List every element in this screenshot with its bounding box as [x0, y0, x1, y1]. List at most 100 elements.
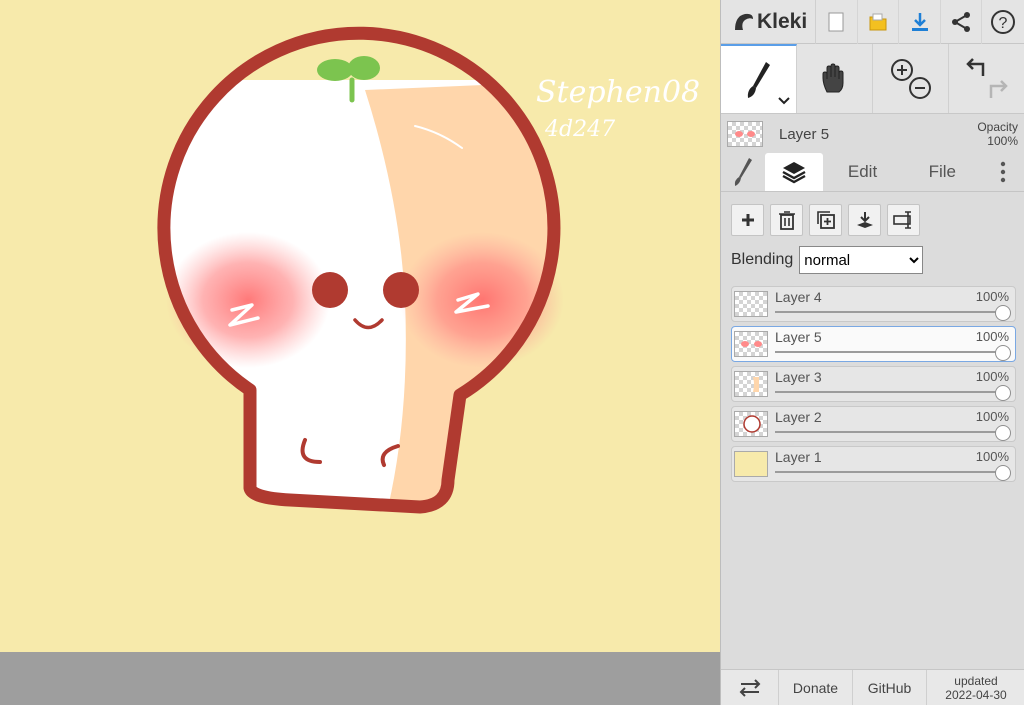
swap-side-button[interactable] [721, 670, 779, 705]
layer-item-2[interactable]: Layer 2 100% [731, 406, 1016, 442]
download-button[interactable] [899, 0, 941, 44]
merge-layer-button[interactable] [848, 204, 881, 236]
layers-icon [782, 162, 806, 184]
layer-opacity-handle[interactable] [995, 465, 1011, 481]
signature-line-1: Stephen08 [536, 75, 700, 110]
footer: Donate GitHub updated 2022-04-30 [721, 669, 1024, 705]
layer-opacity: 100% [975, 369, 1009, 384]
chevron-down-icon[interactable] [778, 97, 790, 105]
layer-name: Layer 5 [775, 329, 822, 345]
rename-layer-button[interactable] [887, 204, 920, 236]
canvas-area[interactable]: Stephen08 4d247 [0, 0, 720, 705]
panel-tabs: Edit File [721, 153, 1024, 192]
save-icon [869, 13, 887, 30]
brush-icon [747, 61, 770, 98]
sprout-leaf-right [348, 56, 380, 80]
layer-actions [731, 204, 1016, 236]
duplicate-layer-button[interactable] [809, 204, 842, 236]
share-button[interactable] [941, 0, 983, 44]
svg-text:?: ? [999, 15, 1008, 32]
zoom-in-icon[interactable] [890, 58, 913, 81]
tool-row [721, 44, 1024, 114]
brush-icon [734, 158, 752, 186]
layer-opacity-slider[interactable] [775, 311, 1005, 313]
layer-opacity-slider[interactable] [775, 351, 1005, 353]
redo-icon[interactable] [989, 79, 1008, 98]
github-link[interactable]: GitHub [853, 670, 927, 705]
drawing-canvas[interactable]: Stephen08 4d247 [0, 0, 720, 652]
new-image-icon [828, 12, 844, 31]
layers-panel: Blending normal Layer 4 100% Layer 5 100… [721, 192, 1024, 482]
swap-icon [739, 678, 760, 697]
layer-opacity: 100% [975, 409, 1009, 424]
blending-row: Blending normal [731, 246, 1016, 274]
kleki-logo[interactable]: Kleki [721, 0, 817, 44]
undo-icon[interactable] [965, 57, 984, 76]
rename-icon [892, 211, 911, 229]
top-toolbar: Kleki ? [721, 0, 1024, 44]
layer-opacity-slider[interactable] [775, 471, 1005, 473]
left-eye [312, 272, 348, 308]
updated-date: 2022-04-30 [945, 687, 1007, 702]
trash-icon [778, 211, 795, 230]
merge-down-icon [856, 212, 873, 228]
layer-item-4[interactable]: Layer 4 100% [731, 286, 1016, 322]
layer-opacity: 100% [975, 449, 1009, 464]
donate-link[interactable]: Donate [779, 670, 853, 705]
hand-tool-button[interactable] [797, 44, 873, 113]
app-name: Kleki [757, 9, 808, 33]
zoom-out-icon[interactable] [908, 76, 931, 99]
left-blush [166, 232, 330, 368]
layer-item-3[interactable]: Layer 3 100% [731, 366, 1016, 402]
changelog-link[interactable]: updated 2022-04-30 [927, 670, 1024, 705]
current-layer-preview: Layer 5 Opacity 100% [721, 114, 1024, 154]
layer-item-5[interactable]: Layer 5 100% [731, 326, 1016, 362]
brush-tool-button[interactable] [721, 44, 797, 113]
zoom-controls [873, 44, 949, 113]
layer-opacity-handle[interactable] [995, 305, 1011, 321]
kleki-logo-icon [735, 13, 753, 30]
layer-name: Layer 1 [775, 449, 822, 465]
layer-opacity-handle[interactable] [995, 345, 1011, 361]
help-button[interactable]: ? [982, 0, 1024, 44]
sprout-leaf-left [317, 59, 353, 81]
layer-thumbnail [734, 451, 768, 477]
layer-name: Layer 4 [775, 289, 822, 305]
updated-label: updated [954, 673, 998, 688]
layer-opacity: 100% [975, 289, 1009, 304]
layer-item-1[interactable]: Layer 1 100% [731, 446, 1016, 482]
tab-brush[interactable] [721, 153, 765, 191]
layer-opacity-slider[interactable] [775, 391, 1005, 393]
current-layer-thumbnail [727, 121, 763, 147]
artwork: Stephen08 4d247 [157, 26, 700, 514]
layer-opacity-slider[interactable] [775, 431, 1005, 433]
layer-name: Layer 2 [775, 409, 822, 425]
history-controls [949, 44, 1024, 113]
layer-opacity-handle[interactable] [995, 425, 1011, 441]
plus-icon [741, 214, 754, 226]
delete-layer-button[interactable] [770, 204, 803, 236]
more-options-button[interactable] [982, 153, 1024, 191]
layer-thumbnail [734, 371, 768, 397]
layer-opacity-handle[interactable] [995, 385, 1011, 401]
blending-label: Blending [731, 251, 794, 268]
more-vertical-icon [1000, 161, 1006, 183]
tab-edit[interactable]: Edit [823, 153, 903, 191]
save-button[interactable] [858, 0, 900, 44]
hand-icon [822, 62, 843, 92]
download-icon [911, 12, 928, 31]
tab-file[interactable]: File [902, 153, 982, 191]
new-image-button[interactable] [816, 0, 858, 44]
current-layer-opacity[interactable]: Opacity 100% [977, 120, 1018, 148]
layer-thumbnail [734, 291, 768, 317]
share-icon [952, 11, 971, 32]
layer-opacity: 100% [975, 329, 1009, 344]
layer-thumbnail [734, 331, 768, 357]
tab-layers[interactable] [764, 153, 823, 191]
blending-select[interactable]: normal [799, 246, 924, 274]
layer-name: Layer 3 [775, 369, 822, 385]
current-layer-name: Layer 5 [779, 125, 830, 143]
add-layer-button[interactable] [731, 204, 764, 236]
right-eye [383, 272, 419, 308]
signature-line-2: 4d247 [544, 117, 615, 142]
